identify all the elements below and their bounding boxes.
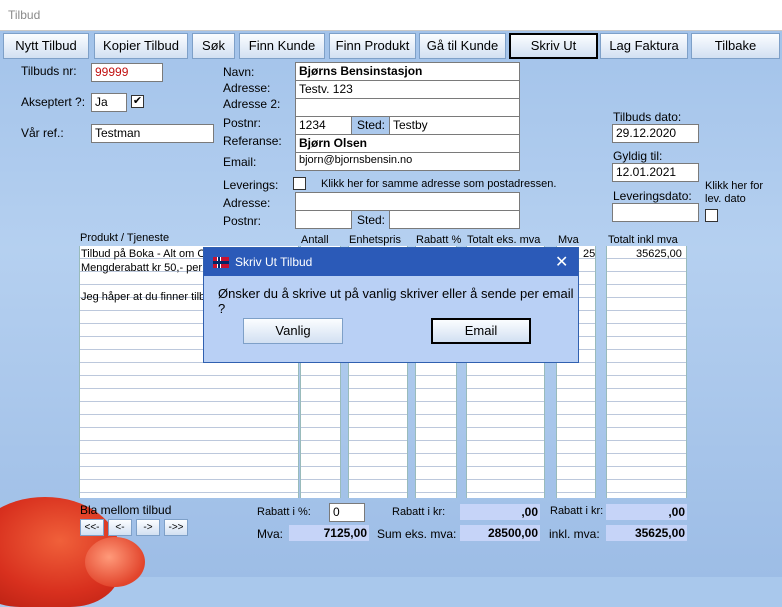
customer-postcode-field[interactable]: 1234 bbox=[295, 116, 352, 135]
delivery-date-checkbox[interactable] bbox=[705, 209, 718, 222]
line-1-total-inc-vat[interactable]: 35625,00 bbox=[636, 248, 682, 260]
window-titlebar: Tilbud bbox=[0, 0, 782, 31]
customer-city-field[interactable]: Testby bbox=[389, 116, 520, 135]
address2-label: Adresse 2: bbox=[223, 97, 281, 111]
create-invoice-button[interactable]: Lag Faktura bbox=[600, 33, 688, 59]
print-normal-button[interactable]: Vanlig bbox=[243, 318, 343, 344]
valid-until-field[interactable]: 12.01.2021 bbox=[612, 163, 699, 182]
previous-offer-button[interactable]: <- bbox=[108, 519, 132, 536]
first-offer-button[interactable]: <<- bbox=[80, 519, 104, 536]
accepted-label: Akseptert ?: bbox=[21, 95, 86, 109]
print-button[interactable]: Skriv Ut bbox=[509, 33, 598, 59]
discount-percent-field[interactable]: 0 bbox=[329, 503, 365, 522]
norway-flag-icon bbox=[213, 257, 229, 268]
col-header-total-inc-vat: Totalt inkl mva bbox=[608, 234, 678, 246]
delivery-address-label: Adresse: bbox=[223, 196, 271, 210]
valid-until-label: Gyldig til: bbox=[613, 149, 663, 163]
same-address-checkbox[interactable] bbox=[293, 177, 306, 190]
delivery-date-field[interactable] bbox=[612, 203, 699, 222]
search-button[interactable]: Søk bbox=[192, 33, 235, 59]
next-offer-button[interactable]: -> bbox=[136, 519, 160, 536]
col-header-total-ex-vat: Totalt eks. mva bbox=[467, 234, 541, 246]
discount-amount-label: Rabatt i kr: bbox=[392, 506, 446, 518]
name-label: Navn: bbox=[223, 65, 255, 79]
accepted-checkbox[interactable]: ✔ bbox=[131, 95, 144, 108]
vat-total-label: Mva: bbox=[257, 527, 284, 541]
accepted-field[interactable]: Ja bbox=[91, 93, 127, 112]
offer-number-label: Tilbuds nr: bbox=[21, 64, 77, 78]
vat-total-field: 7125,00 bbox=[289, 525, 369, 541]
discount-amount-2-field: ,00 bbox=[606, 504, 687, 520]
delivery-label: Leverings: bbox=[223, 178, 279, 192]
offer-number-field[interactable]: 99999 bbox=[91, 63, 163, 82]
last-offer-button[interactable]: ->> bbox=[164, 519, 188, 536]
col-header-unit-price: Enhetspris bbox=[349, 234, 401, 246]
line-4-product[interactable]: Jeg håper at du finner tilbu bbox=[81, 291, 211, 303]
discount-amount-2-label: Rabatt i kr: bbox=[550, 505, 604, 517]
reference-label: Referanse: bbox=[223, 134, 282, 148]
col-header-vat: Mva bbox=[558, 234, 579, 246]
go-to-customer-button[interactable]: Gå til Kunde bbox=[419, 33, 506, 59]
our-reference-field[interactable]: Testman bbox=[91, 124, 214, 143]
new-offer-button[interactable]: Nytt Tilbud bbox=[3, 33, 89, 59]
browse-offers-label: Bla mellom tilbud bbox=[80, 503, 172, 517]
our-reference-label: Vår ref.: bbox=[21, 126, 64, 140]
city-label: Sted: bbox=[357, 118, 386, 132]
email-label: Email: bbox=[223, 155, 257, 169]
customer-reference-field[interactable]: Bjørn Olsen bbox=[295, 134, 520, 153]
window-title: Tilbud bbox=[8, 8, 41, 22]
total-inc-vat-column[interactable] bbox=[606, 246, 687, 498]
customer-email-field[interactable]: bjorn@bjornsbensin.no bbox=[295, 152, 520, 171]
delivery-date-hint-1: Klikk her for bbox=[705, 180, 764, 192]
offer-date-label: Tilbuds dato: bbox=[613, 110, 682, 124]
sum-ex-vat-field: 28500,00 bbox=[460, 525, 540, 541]
address-label: Adresse: bbox=[223, 81, 271, 95]
customer-name-field[interactable]: Bjørns Bensinstasjon bbox=[295, 62, 520, 81]
delivery-city-field[interactable] bbox=[389, 210, 520, 229]
delivery-city-label: Sted: bbox=[357, 213, 386, 227]
dialog-title: Skriv Ut Tilbud bbox=[235, 255, 313, 269]
sum-ex-vat-label: Sum eks. mva: bbox=[377, 527, 457, 541]
delivery-date-label: Leveringsdato: bbox=[613, 189, 692, 203]
close-icon[interactable]: ✕ bbox=[555, 252, 568, 272]
postcode-label: Postnr: bbox=[223, 116, 262, 130]
col-header-quantity: Antall bbox=[301, 234, 329, 246]
discount-percent-label: Rabatt i %: bbox=[257, 506, 311, 518]
offer-date-field[interactable]: 29.12.2020 bbox=[612, 124, 699, 143]
print-dialog: Skriv Ut Tilbud ✕ Ønsker du å skrive ut … bbox=[203, 247, 579, 363]
col-header-product: Produkt / Tjeneste bbox=[80, 232, 170, 244]
delivery-postcode-field[interactable] bbox=[295, 210, 352, 229]
norway-flag-cross-icon bbox=[218, 257, 220, 268]
sum-inc-vat-label: inkl. mva: bbox=[549, 527, 600, 541]
copy-offer-button[interactable]: Kopier Tilbud bbox=[94, 33, 188, 59]
delivery-address-field[interactable] bbox=[295, 192, 520, 211]
send-email-button[interactable]: Email bbox=[431, 318, 531, 344]
sum-inc-vat-field: 35625,00 bbox=[606, 525, 687, 541]
same-address-hint: Klikk her for samme adresse som postadre… bbox=[321, 178, 557, 190]
back-button[interactable]: Tilbake bbox=[691, 33, 780, 59]
delivery-postcode-label: Postnr: bbox=[223, 214, 262, 228]
discount-amount-field: ,00 bbox=[460, 504, 540, 520]
line-1-vat[interactable]: 25 bbox=[583, 248, 595, 260]
flower-petal-decoration-2 bbox=[85, 537, 145, 587]
line-2-product[interactable]: Mengderabatt kr 50,- per b bbox=[81, 262, 211, 274]
dialog-titlebar: Skriv Ut Tilbud ✕ bbox=[204, 248, 578, 276]
find-customer-button[interactable]: Finn Kunde bbox=[239, 33, 325, 59]
dialog-message: Ønsker du å skrive ut på vanlig skriver … bbox=[218, 286, 574, 316]
delivery-date-hint-2: lev. dato bbox=[705, 193, 746, 205]
customer-address2-field[interactable] bbox=[295, 98, 520, 117]
find-product-button[interactable]: Finn Produkt bbox=[329, 33, 416, 59]
line-1-product[interactable]: Tilbud på Boka - Alt om Os bbox=[81, 248, 211, 260]
col-header-discount: Rabatt % bbox=[416, 234, 462, 246]
customer-address-field[interactable]: Testv. 123 bbox=[295, 80, 520, 99]
